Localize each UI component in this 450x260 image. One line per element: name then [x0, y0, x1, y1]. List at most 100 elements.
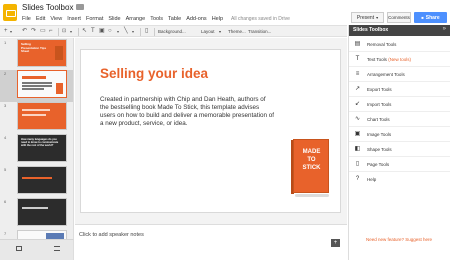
slides-logo-icon[interactable]: [3, 4, 17, 21]
slide-title[interactable]: Selling your idea: [100, 66, 208, 81]
menu-help[interactable]: Help: [212, 16, 223, 22]
chevron-down-icon[interactable]: ▾: [219, 28, 221, 36]
new-tools-badge: (New tools): [388, 57, 411, 62]
lock-icon: ■: [421, 15, 424, 20]
suggest-feature-link[interactable]: Need new feature? Suggest here: [366, 237, 432, 242]
book-cover-image[interactable]: MADE TO STICK: [291, 139, 331, 199]
sidebar-item-removal-tools[interactable]: ▤ Removal Tools: [349, 37, 450, 52]
menu-file[interactable]: File: [22, 16, 31, 22]
slide-thumbnail[interactable]: [17, 198, 67, 226]
thumbnail-row[interactable]: 7: [0, 230, 73, 239]
background-button[interactable]: Background...: [158, 28, 186, 36]
title-bar: Slides Toolbox ☆ File Edit View Insert F…: [0, 0, 450, 24]
select-icon[interactable]: ↖: [82, 28, 87, 35]
grid-view-icon[interactable]: [16, 246, 22, 251]
image-icon[interactable]: ▣: [99, 28, 105, 35]
thumbnail-view-controls: [0, 239, 74, 260]
chevron-down-icon[interactable]: ▾: [132, 28, 134, 35]
thumbnail-row[interactable]: 6: [0, 198, 73, 230]
menu-tools[interactable]: Tools: [150, 16, 163, 22]
remove-icon: ▤: [354, 41, 361, 47]
thumbnail-row[interactable]: 3: [0, 102, 73, 134]
thumbnail-row[interactable]: 1 Selling Presentation Tips Sheet: [0, 39, 73, 71]
thumbnail-image: [56, 83, 63, 94]
sidebar-item-text: Text Tools: [367, 57, 387, 62]
slide-body-text[interactable]: Created in partnership with Chip and Dan…: [100, 96, 274, 128]
share-button[interactable]: ■ Share: [414, 12, 447, 23]
menu-view[interactable]: View: [50, 16, 62, 22]
sidebar-item-page-tools[interactable]: ▯ Page Tools: [349, 157, 450, 172]
thumbnail-text-line: [22, 109, 50, 111]
layout-button[interactable]: Layout: [201, 28, 215, 36]
book-shadow: [295, 194, 329, 197]
slide-canvas: Selling your idea Created in partnership…: [75, 38, 347, 224]
thumbnail-number: 3: [4, 103, 7, 108]
slide-thumbnail[interactable]: [17, 230, 67, 239]
shape-icon: ◧: [354, 146, 361, 152]
sidebar-item-label: Export Tools: [367, 87, 392, 92]
thumbnail-row-selected[interactable]: 2: [0, 70, 73, 102]
text-box-icon[interactable]: T: [91, 28, 95, 35]
slide-thumbnail[interactable]: Selling Presentation Tips Sheet: [17, 39, 67, 67]
plus-icon[interactable]: +: [331, 239, 340, 247]
menu-edit[interactable]: Edit: [36, 16, 45, 22]
thumbnail-image: [55, 46, 63, 60]
paint-format-icon[interactable]: ⌐: [49, 28, 53, 35]
thumbnail-text: Selling Presentation Tips Sheet: [21, 42, 47, 54]
comment-icon[interactable]: ▯: [145, 28, 148, 35]
thumbnail-row[interactable]: 4 How many languages do you need to know…: [0, 134, 73, 166]
chart-icon: ∿: [354, 116, 361, 122]
theme-button[interactable]: Theme...: [228, 28, 246, 36]
menu-format[interactable]: Format: [86, 16, 103, 22]
sidebar-item-image-tools[interactable]: ▣ Image Tools: [349, 127, 450, 142]
chevron-down-icon[interactable]: ▾: [10, 28, 12, 35]
slide-thumbnail[interactable]: [17, 166, 67, 194]
speaker-notes-placeholder[interactable]: Click to add speaker notes: [79, 232, 144, 238]
slide-thumbnail[interactable]: [17, 70, 67, 98]
sidebar-item-arrangement-tools[interactable]: ≡ Arrangement Tools: [349, 67, 450, 82]
slides-toolbox-sidebar: Slides Toolbox » ▤ Removal Tools T Text …: [348, 25, 450, 260]
sidebar-item-export-tools[interactable]: ↗ Export Tools: [349, 82, 450, 97]
zoom-icon[interactable]: ⊡: [62, 28, 66, 35]
print-icon[interactable]: ▭: [40, 28, 46, 35]
menu-slide[interactable]: Slide: [108, 16, 120, 22]
line-icon[interactable]: ╲: [124, 28, 128, 35]
comments-button[interactable]: Comments: [387, 12, 411, 23]
thumbnail-text-line: [22, 85, 52, 87]
speaker-notes[interactable]: Click to add speaker notes +: [75, 224, 347, 260]
menu-table[interactable]: Table: [168, 16, 181, 22]
sidebar-item-text-tools[interactable]: T Text Tools (New tools): [349, 52, 450, 67]
collapse-icon[interactable]: »: [443, 26, 446, 32]
sidebar-item-label: Text Tools (New tools): [367, 57, 411, 62]
text-icon: T: [355, 56, 360, 62]
sidebar-item-shape-tools[interactable]: ◧ Shape Tools: [349, 142, 450, 157]
undo-icon[interactable]: ↶: [22, 28, 27, 35]
chevron-down-icon[interactable]: ▾: [70, 28, 72, 35]
slide-thumbnail[interactable]: How many languages do you need to know t…: [17, 134, 67, 162]
folder-icon[interactable]: [76, 4, 84, 10]
sidebar-item-label: Image Tools: [367, 132, 392, 137]
menu-add-ons[interactable]: Add-ons: [186, 16, 207, 22]
shape-icon[interactable]: ○: [108, 28, 112, 35]
list-view-icon[interactable]: [54, 246, 60, 251]
menu-insert[interactable]: Insert: [67, 16, 81, 22]
help-icon: ?: [355, 176, 360, 182]
toolbar-divider: [78, 28, 79, 36]
slide-thumbnail[interactable]: [17, 102, 67, 130]
sidebar-item-chart-tools[interactable]: ∿ Chart Tools: [349, 112, 450, 127]
current-slide[interactable]: Selling your idea Created in partnership…: [80, 49, 341, 213]
sidebar-item-import-tools[interactable]: ↙ Import Tools: [349, 97, 450, 112]
image-icon: ▣: [354, 131, 361, 137]
new-slide-icon[interactable]: +: [4, 28, 8, 35]
star-icon[interactable]: ☆: [66, 3, 72, 11]
redo-icon[interactable]: ↷: [31, 28, 36, 35]
thumbnail-number: 4: [4, 135, 7, 140]
sidebar-item-help[interactable]: ? Help: [349, 172, 450, 187]
sidebar-item-label: Arrangement Tools: [367, 72, 405, 77]
transition-button[interactable]: Transition...: [248, 28, 271, 36]
chevron-down-icon[interactable]: ▾: [117, 28, 119, 35]
menu-arrange[interactable]: Arrange: [126, 16, 146, 22]
present-button[interactable]: Present ▾: [351, 12, 384, 23]
thumbnail-number: 5: [4, 167, 7, 172]
thumbnail-row[interactable]: 5: [0, 166, 73, 198]
